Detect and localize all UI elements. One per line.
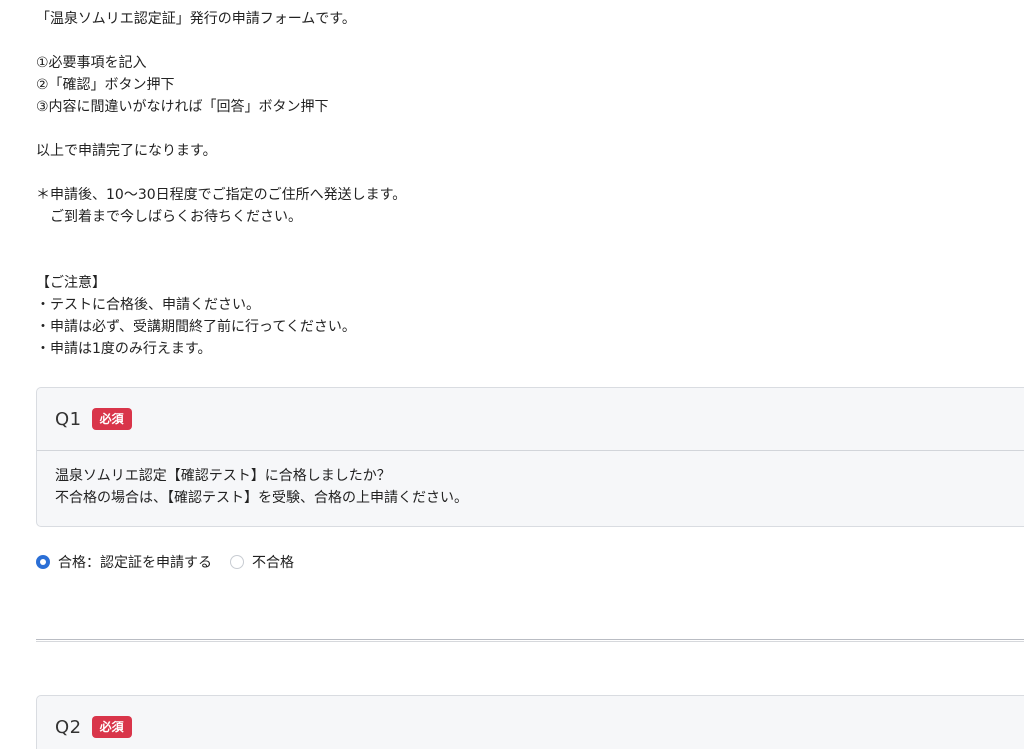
form-intro: 「温泉ソムリエ認定証」発行の申請フォームです。 ①必要事項を記入 ②「確認」ボタ… bbox=[36, 8, 1016, 360]
question-text-line: 不合格の場合は、【確認テスト】を受験、合格の上申請ください。 bbox=[55, 490, 468, 506]
question-number: Q2 bbox=[55, 716, 82, 738]
question-header: Q1 必須 bbox=[37, 388, 1024, 451]
notice-item: ・テストに合格後、申請ください。 bbox=[36, 297, 260, 313]
q1-radio-group: 合格：認定証を申請する 不合格 bbox=[36, 552, 312, 572]
step-item: ①必要事項を記入 bbox=[36, 55, 147, 71]
radio-label[interactable]: 不合格 bbox=[252, 552, 294, 572]
question-card-q2: Q2 必須 bbox=[36, 695, 1024, 749]
required-badge: 必須 bbox=[91, 408, 132, 430]
notice-item: ・申請は必ず、受講期間終了前に行ってください。 bbox=[36, 319, 356, 335]
notice-title: 【ご注意】 bbox=[36, 275, 106, 291]
radio-button-unchecked[interactable] bbox=[230, 555, 244, 569]
step-item: ②「確認」ボタン押下 bbox=[36, 77, 175, 93]
required-badge: 必須 bbox=[91, 716, 132, 738]
question-header: Q2 必須 bbox=[37, 696, 1024, 749]
notice-item: ・申請は1度のみ行えます。 bbox=[36, 341, 212, 357]
radio-option-fail[interactable]: 不合格 bbox=[230, 552, 294, 572]
shipping-note: ご到着まで今しばらくお待ちください。 bbox=[36, 209, 302, 225]
radio-option-pass[interactable]: 合格：認定証を申請する bbox=[36, 552, 212, 572]
question-number: Q1 bbox=[55, 408, 82, 430]
shipping-note: ＊申請後、10〜30日程度でご指定のご住所へ発送します。 bbox=[36, 187, 407, 203]
question-card-q1: Q1 必須 温泉ソムリエ認定【確認テスト】に合格しましたか？ 不合格の場合は、【… bbox=[36, 387, 1024, 527]
question-text-line: 温泉ソムリエ認定【確認テスト】に合格しましたか？ bbox=[55, 468, 391, 484]
complete-text: 以上で申請完了になります。 bbox=[36, 143, 217, 159]
radio-button-checked[interactable] bbox=[36, 555, 50, 569]
question-text: 温泉ソムリエ認定【確認テスト】に合格しましたか？ 不合格の場合は、【確認テスト】… bbox=[37, 451, 1024, 509]
radio-label[interactable]: 合格：認定証を申請する bbox=[58, 552, 212, 572]
section-divider bbox=[36, 639, 1024, 642]
intro-title: 「温泉ソムリエ認定証」発行の申請フォームです。 bbox=[36, 11, 356, 27]
step-item: ③内容に間違いがなければ「回答」ボタン押下 bbox=[36, 99, 329, 115]
